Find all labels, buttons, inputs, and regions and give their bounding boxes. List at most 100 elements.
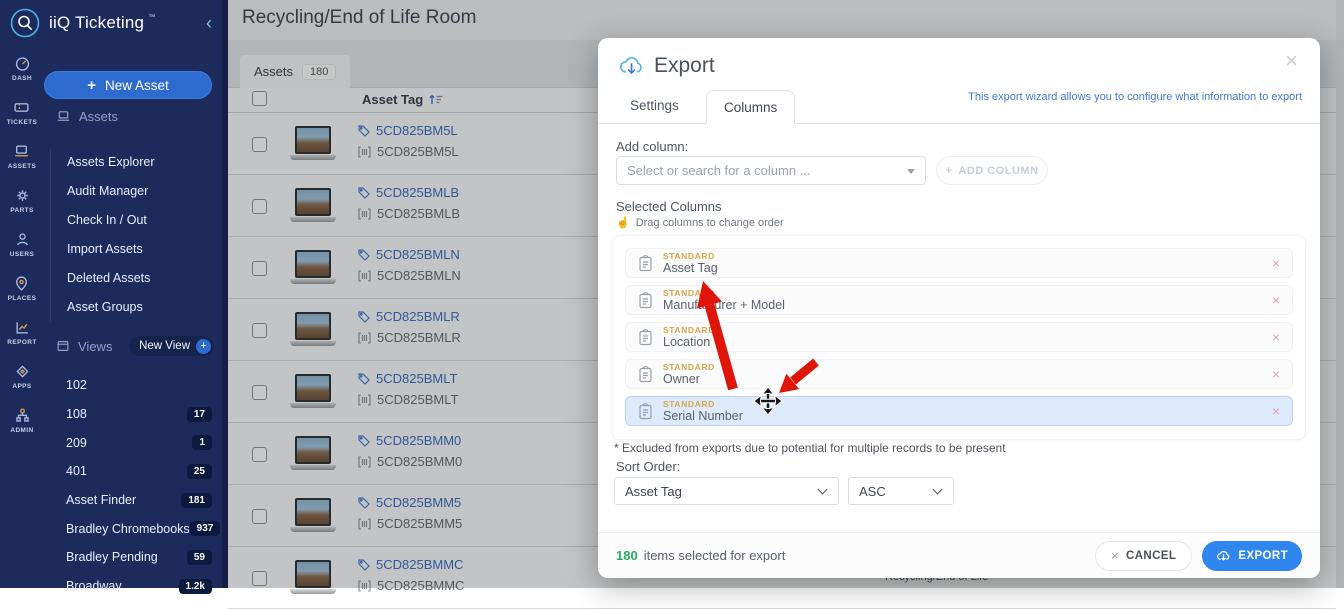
view-item-108[interactable]: 108 17 bbox=[66, 400, 212, 429]
hand-pointer-icon: ☝ bbox=[616, 216, 630, 229]
selected-columns-label: Selected Columns bbox=[616, 199, 722, 214]
ticket-icon bbox=[13, 99, 30, 116]
laptop-icon bbox=[13, 143, 30, 160]
column-row-manufacturer-model[interactable]: STANDARD Manufacturer + Model × bbox=[625, 285, 1293, 315]
column-row-owner[interactable]: STANDARD Owner × bbox=[625, 359, 1293, 389]
plus-icon: + bbox=[87, 77, 96, 94]
remove-column-icon[interactable]: × bbox=[1272, 255, 1280, 271]
clipboard-icon bbox=[638, 292, 653, 309]
sort-direction-select[interactable]: ASC bbox=[848, 477, 954, 505]
view-item-asset-finder[interactable]: Asset Finder 181 bbox=[66, 486, 212, 515]
column-search-select[interactable]: Select or search for a column ... bbox=[616, 156, 926, 185]
rail-item-places[interactable]: PLACES bbox=[8, 275, 37, 302]
new-asset-button[interactable]: + New Asset bbox=[44, 71, 212, 99]
selected-count: 180 bbox=[616, 548, 638, 563]
assets-section-header: Assets bbox=[56, 109, 118, 124]
views-list: 102 108 17 209 1 401 25 Asset Finder 181… bbox=[66, 371, 212, 601]
tab-columns[interactable]: Columns bbox=[706, 90, 795, 124]
view-item-209[interactable]: 209 1 bbox=[66, 428, 212, 457]
close-icon[interactable]: × bbox=[1285, 50, 1298, 72]
remove-column-icon[interactable]: × bbox=[1272, 366, 1280, 382]
menu-item-assets-explorer[interactable]: Assets Explorer bbox=[67, 148, 155, 177]
column-type-label: STANDARD bbox=[663, 251, 718, 261]
chevron-down-icon bbox=[818, 485, 828, 495]
view-item-102[interactable]: 102 bbox=[66, 371, 212, 400]
org-chart-icon bbox=[14, 407, 31, 424]
export-modal: Export × This export wizard allows you t… bbox=[598, 38, 1320, 578]
sort-field-select[interactable]: Asset Tag bbox=[614, 477, 839, 505]
clipboard-icon bbox=[638, 366, 653, 383]
rail-item-users[interactable]: USERS bbox=[10, 231, 34, 258]
menu-item-import-assets[interactable]: Import Assets bbox=[67, 235, 155, 264]
new-view-button[interactable]: New View + bbox=[129, 336, 214, 356]
view-item-broadway[interactable]: Broadway 1.2k bbox=[66, 572, 212, 601]
plus-icon: + bbox=[196, 339, 211, 354]
rail-item-admin[interactable]: ADMIN bbox=[10, 407, 33, 434]
app-logo-icon bbox=[10, 8, 40, 38]
menu-item-audit-manager[interactable]: Audit Manager bbox=[67, 177, 155, 206]
rail-item-report[interactable]: REPORT bbox=[7, 319, 37, 346]
column-row-serial-number[interactable]: STANDARD Serial Number × bbox=[625, 396, 1293, 426]
menu-item-asset-groups[interactable]: Asset Groups bbox=[67, 293, 155, 322]
view-item-bradley-pending[interactable]: Bradley Pending 59 bbox=[66, 543, 212, 572]
x-icon: × bbox=[1111, 548, 1119, 563]
sidebar-collapse-icon[interactable]: ‹ bbox=[206, 14, 212, 32]
cloud-download-icon bbox=[1216, 549, 1231, 562]
remove-column-icon[interactable]: × bbox=[1272, 292, 1280, 308]
column-type-label: STANDARD bbox=[663, 362, 715, 372]
views-section-header: Views New View + bbox=[56, 335, 214, 357]
count-badge: 1 bbox=[192, 435, 212, 450]
column-row-location[interactable]: STANDARD Location × bbox=[625, 322, 1293, 352]
rail-item-tickets[interactable]: TICKETS bbox=[7, 99, 38, 126]
tab-settings[interactable]: Settings bbox=[630, 98, 679, 113]
column-type-label: STANDARD bbox=[663, 288, 785, 298]
app-title: iiQ Ticketing bbox=[49, 13, 144, 33]
column-type-label: STANDARD bbox=[663, 399, 743, 409]
add-column-button[interactable]: + ADD COLUMN bbox=[936, 156, 1048, 185]
views-icon bbox=[56, 339, 70, 353]
menu-item-deleted-assets[interactable]: Deleted Assets bbox=[67, 264, 155, 293]
sidebar: iiQ Ticketing ™ ‹ DASH TICKETS ASSETS PA… bbox=[0, 0, 228, 588]
count-badge: 25 bbox=[187, 464, 212, 479]
apps-diamond-icon bbox=[14, 363, 31, 380]
gear-icon bbox=[14, 187, 31, 204]
count-badge: 59 bbox=[187, 550, 212, 565]
exclusion-note: * Excluded from exports due to potential… bbox=[614, 441, 1006, 455]
view-item-401[interactable]: 401 25 bbox=[66, 457, 212, 486]
modal-footer: 180 items selected for export × CANCEL E… bbox=[598, 532, 1320, 578]
modal-title: Export bbox=[654, 54, 715, 78]
rail-item-parts[interactable]: PARTS bbox=[10, 187, 34, 214]
remove-column-icon[interactable]: × bbox=[1272, 403, 1280, 419]
sort-order-label: Sort Order: bbox=[616, 459, 680, 474]
clipboard-icon bbox=[638, 403, 653, 420]
nav-rail: DASH TICKETS ASSETS PARTS USERS bbox=[0, 55, 44, 434]
count-badge: 17 bbox=[187, 407, 212, 422]
count-badge: 181 bbox=[181, 493, 212, 508]
select-placeholder: Select or search for a column ... bbox=[627, 163, 811, 178]
remove-column-icon[interactable]: × bbox=[1272, 329, 1280, 345]
clipboard-icon bbox=[638, 329, 653, 346]
chevron-down-icon bbox=[933, 485, 943, 495]
plus-icon: + bbox=[945, 165, 952, 177]
count-badge: 1.2k bbox=[179, 579, 212, 594]
add-column-label: Add column: bbox=[616, 139, 688, 154]
trademark: ™ bbox=[148, 14, 155, 21]
clipboard-icon bbox=[638, 255, 653, 272]
count-badge: 937 bbox=[190, 521, 221, 536]
rail-item-apps[interactable]: APPS bbox=[12, 363, 31, 390]
rail-item-assets[interactable]: ASSETS bbox=[8, 143, 36, 170]
column-type-label: STANDARD bbox=[663, 325, 715, 335]
rail-item-dash[interactable]: DASH bbox=[12, 55, 32, 82]
view-item-bradley-chromebooks[interactable]: Bradley Chromebooks 937 bbox=[66, 514, 212, 543]
cancel-button[interactable]: × CANCEL bbox=[1095, 541, 1192, 571]
export-wizard-hint: This export wizard allows you to configu… bbox=[968, 91, 1302, 103]
export-button[interactable]: EXPORT bbox=[1202, 541, 1302, 571]
assets-menu: Assets Explorer Audit Manager Check In /… bbox=[50, 148, 155, 322]
map-pin-icon bbox=[13, 275, 30, 292]
cloud-download-icon bbox=[618, 53, 645, 77]
selected-columns-panel: STANDARD Asset Tag × STANDARD Manufactur… bbox=[612, 235, 1306, 440]
menu-item-check-in-out[interactable]: Check In / Out bbox=[67, 206, 155, 235]
column-row-asset-tag[interactable]: STANDARD Asset Tag × bbox=[625, 248, 1293, 278]
gauge-icon bbox=[14, 55, 31, 72]
user-icon bbox=[14, 231, 31, 248]
